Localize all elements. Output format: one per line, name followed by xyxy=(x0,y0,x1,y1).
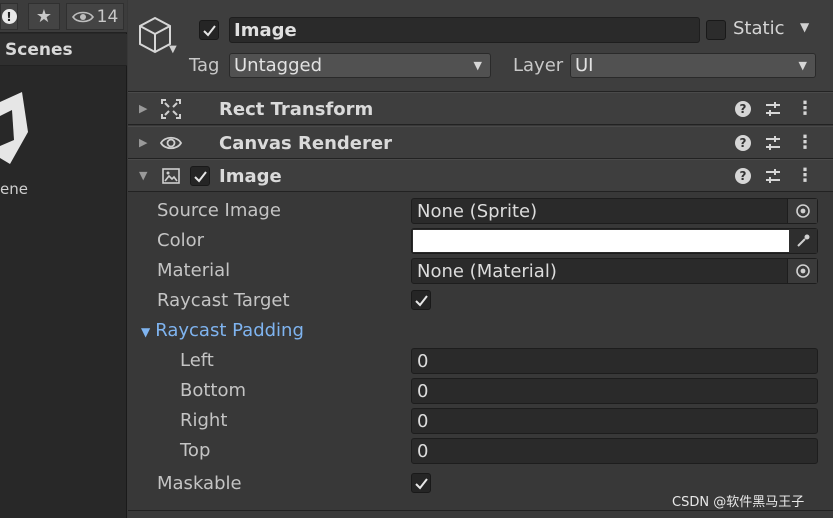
help-icon[interactable]: ? xyxy=(735,101,751,117)
static-label: Static xyxy=(733,18,785,39)
active-checkbox[interactable] xyxy=(199,20,219,40)
image-icon xyxy=(162,168,180,184)
layer-dropdown[interactable]: UI ▼ xyxy=(570,53,816,78)
hidden-packages-button[interactable]: 14 xyxy=(66,3,124,30)
exclamation-icon: ! xyxy=(1,9,17,24)
inspector-bottom-divider xyxy=(128,510,833,518)
project-panel: ! ★ 14 Scenes ene xyxy=(0,0,127,518)
source-image-field[interactable]: None (Sprite) xyxy=(411,198,818,224)
kebab-menu-icon[interactable]: ⋮ xyxy=(796,132,814,153)
material-label: Material xyxy=(157,260,231,281)
raycast-target-label: Raycast Target xyxy=(157,290,290,311)
kebab-menu-icon[interactable]: ⋮ xyxy=(796,165,814,186)
eyedropper-icon xyxy=(797,234,810,247)
foldout-expanded-icon: ▼ xyxy=(141,325,151,339)
source-image-value: None (Sprite) xyxy=(417,200,538,222)
color-label: Color xyxy=(157,230,204,251)
static-dropdown-arrow-icon[interactable]: ▼ xyxy=(800,20,809,34)
tag-dropdown[interactable]: Untagged ▼ xyxy=(229,53,491,78)
top-input[interactable]: 0 xyxy=(411,438,818,464)
foldout-collapsed-icon[interactable]: ▶ xyxy=(139,136,147,149)
kebab-menu-icon[interactable]: ⋮ xyxy=(796,98,814,119)
checkmark-icon xyxy=(414,294,428,307)
component-rect-transform[interactable]: ▶ Rect Transform ? ⋮ xyxy=(128,92,833,125)
color-swatch[interactable] xyxy=(413,230,789,252)
eye-icon xyxy=(71,11,94,22)
scene-item-label[interactable]: ene xyxy=(0,180,28,198)
right-label: Right xyxy=(180,410,228,431)
star-icon: ★ xyxy=(35,6,53,27)
scenes-folder[interactable]: Scenes xyxy=(0,34,127,66)
checkmark-icon xyxy=(202,24,216,37)
image-enabled-checkbox[interactable] xyxy=(190,166,210,186)
maskable-label: Maskable xyxy=(157,473,242,494)
scenes-label: Scenes xyxy=(5,39,73,60)
left-input[interactable]: 0 xyxy=(411,348,818,374)
layer-value: UI xyxy=(575,55,594,76)
checkmark-icon xyxy=(193,170,207,183)
target-icon xyxy=(795,264,810,278)
raycast-target-checkbox[interactable] xyxy=(411,290,431,310)
source-image-label: Source Image xyxy=(157,200,281,221)
static-checkbox[interactable] xyxy=(706,20,726,40)
top-label: Top xyxy=(180,440,211,461)
tag-label: Tag xyxy=(189,55,220,76)
watermark: CSDN @软件黑马王子 xyxy=(672,495,805,510)
gameobject-cube-icon[interactable] xyxy=(137,15,173,55)
preset-sliders-icon[interactable] xyxy=(764,167,782,185)
object-picker-button[interactable] xyxy=(787,199,817,223)
component-title: Canvas Renderer xyxy=(219,133,392,154)
eye-icon xyxy=(160,136,182,150)
bottom-label: Bottom xyxy=(180,380,247,401)
icon-dropdown-arrow-icon[interactable]: ▼ xyxy=(169,44,177,55)
gameobject-name-input[interactable]: Image xyxy=(229,17,700,43)
project-toolbar: ! ★ 14 xyxy=(0,0,127,33)
unity-scene-icon[interactable] xyxy=(0,92,30,164)
right-input[interactable]: 0 xyxy=(411,408,818,434)
left-label: Left xyxy=(180,350,214,371)
preset-sliders-icon[interactable] xyxy=(764,134,782,152)
color-field[interactable] xyxy=(411,228,818,254)
component-image[interactable]: ▼ Image ? ⋮ xyxy=(128,159,833,192)
layer-label: Layer xyxy=(513,55,564,76)
raycast-padding-label: Raycast Padding xyxy=(155,320,304,341)
help-icon[interactable]: ? xyxy=(735,168,751,184)
eyedropper-button[interactable] xyxy=(789,229,817,253)
foldout-collapsed-icon[interactable]: ▶ xyxy=(139,102,147,115)
eye-count: 14 xyxy=(96,6,119,27)
maskable-checkbox[interactable] xyxy=(411,473,431,493)
inspector-header: ▼ Image Static ▼ Tag Untagged ▼ Layer UI… xyxy=(128,0,833,92)
component-title: Image xyxy=(219,166,282,187)
rect-transform-icon xyxy=(161,99,181,119)
target-icon xyxy=(795,204,810,218)
component-title: Rect Transform xyxy=(219,99,374,120)
help-icon[interactable]: ? xyxy=(735,135,751,151)
chevron-down-icon: ▼ xyxy=(798,59,807,72)
checkmark-icon xyxy=(414,477,428,490)
console-errors-button[interactable]: ! xyxy=(0,3,18,30)
foldout-expanded-icon[interactable]: ▼ xyxy=(139,169,147,182)
material-value: None (Material) xyxy=(417,260,557,282)
chevron-down-icon: ▼ xyxy=(473,59,482,72)
object-picker-button[interactable] xyxy=(787,259,817,283)
component-canvas-renderer[interactable]: ▶ Canvas Renderer ? ⋮ xyxy=(128,126,833,159)
bottom-input[interactable]: 0 xyxy=(411,378,818,404)
tag-value: Untagged xyxy=(234,55,323,76)
preset-sliders-icon[interactable] xyxy=(764,100,782,118)
raycast-padding-foldout[interactable]: ▼ Raycast Padding xyxy=(141,320,304,341)
material-field[interactable]: None (Material) xyxy=(411,258,818,284)
favorites-button[interactable]: ★ xyxy=(28,3,60,30)
